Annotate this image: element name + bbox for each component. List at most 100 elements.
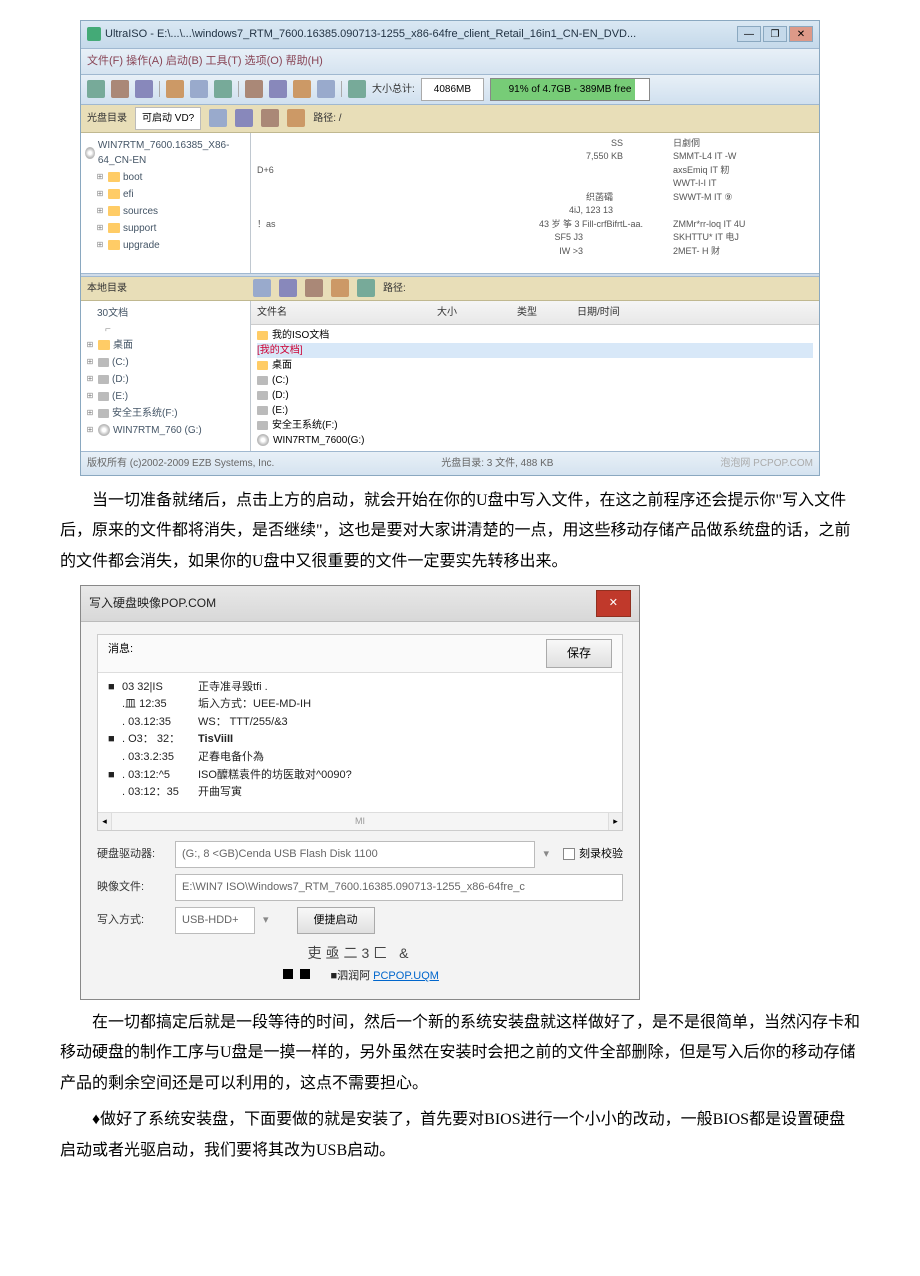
tree-root: 30文档 [97,306,128,321]
bar-icon[interactable] [279,279,297,297]
list-cell: SKHTTU* IT 电J [673,231,813,245]
local-panes: 30文档 ⌐ ⊞桌面 ⊞(C:) ⊞(D:) ⊞(E:) ⊞安全王系统(F:) … [81,301,819,451]
bar-icon[interactable] [287,109,305,127]
local-tree[interactable]: 30文档 ⌐ ⊞桌面 ⊞(C:) ⊞(D:) ⊞(E:) ⊞安全王系统(F:) … [81,301,251,451]
tool7-icon[interactable] [317,80,335,98]
footer-link[interactable]: PCPOP.UQM [373,970,439,982]
tool5-icon[interactable] [269,80,287,98]
drive-label: 硬盘驱动器: [97,844,167,865]
close-button[interactable]: ✕ [789,26,813,42]
list-cell: ZMMr*rr-loq IT 4U [673,218,813,232]
tool3-icon[interactable] [214,80,232,98]
tool2-icon[interactable] [190,80,208,98]
list-header: 文件名 大小 类型 日期/时间 [251,301,819,325]
write-dialog: 写入硬盘映像POP.COM ✕ 消息: 保存 ■03 32|IS正寺准寻毀tfi… [80,585,640,1000]
col-filename[interactable]: 文件名 [257,303,437,322]
bar-icon[interactable] [331,279,349,297]
col-size[interactable]: 大小 [437,303,517,322]
copyright: 版权所有 (c)2002-2009 EZB Systems, Inc. [87,454,274,473]
verify-label: 刻录校验 [579,844,623,865]
mode-row: 写入方式: USB-HDD+ ▾ 便捷启动 [97,907,623,934]
cd-icon [98,424,110,436]
cd-dir-label: 光盘目录 [87,109,127,128]
drive-icon [257,406,268,415]
dialog-titlebar: 写入硬盘映像POP.COM ✕ [81,586,639,622]
list-cell: WWT-I-I IT [673,177,813,191]
folder-icon [108,206,120,216]
bar-icon[interactable] [305,279,323,297]
message-box: 消息: 保存 ■03 32|IS正寺准寻毀tfi . .皿 12:35垢入方式：… [97,634,623,831]
dialog-footer: 吏亟二3匚 & ■泗润阿 PCPOP.UQM [97,940,623,987]
tool8-icon[interactable] [348,80,366,98]
bar-icon[interactable] [357,279,375,297]
local-file-list[interactable]: 文件名 大小 类型 日期/时间 我的ISO文档 [我的文档] 桌面 (C:) (… [251,301,819,451]
save-icon[interactable] [135,80,153,98]
scroll-right-icon[interactable]: ▸ [608,813,622,830]
menu-bar[interactable]: 文件(F) 操作(A) 启动(B) 工具(T) 选项(O) 帮助(H) [81,49,819,75]
scrollbar[interactable]: ◂ MI ▸ [98,812,622,830]
tree-item: upgrade [123,238,160,253]
cd-info-bar: 光盘目录 可启动 VD? 路径: / [81,105,819,133]
scroll-track[interactable]: MI [112,813,608,830]
list-cell: SWWT-M IT ⑨ [673,191,813,205]
drive-icon [98,392,109,401]
tree-item: efi [123,187,134,202]
cd-panes: WIN7RTM_7600.16385_X86-64_CN-EN ⊞boot ⊞e… [81,133,819,273]
message-log: ■03 32|IS正寺准寻毀tfi . .皿 12:35垢入方式：UEE-MD-… [98,673,622,812]
open-icon[interactable] [111,80,129,98]
col-type[interactable]: 类型 [517,303,577,322]
window-controls: — ❐ ✕ [737,26,813,42]
list-cell: ！as [257,218,276,232]
size-value: 7,550 KB [257,150,643,164]
save-button[interactable]: 保存 [546,639,612,668]
bar-icon[interactable] [235,109,253,127]
list-item: (C:) [272,373,289,388]
tool6-icon[interactable] [293,80,311,98]
local-path-label: 路径: [383,279,406,298]
list-cell: D+6 [257,164,643,178]
list-cell: 织菡礵 [257,191,643,205]
block-icon [300,969,310,979]
footer-text-2a: ■泗润阿 [330,970,370,982]
col-date[interactable]: 日期/时间 [577,303,813,322]
mode-select[interactable]: USB-HDD+ [175,907,255,934]
mode-label: 写入方式: [97,910,167,931]
paragraph-2: 在一切都搞定后就是一段等待的时间，然后一个新的系统安装盘就这样做好了，是不是很简… [60,1008,860,1099]
new-icon[interactable] [87,80,105,98]
bar-icon[interactable] [209,109,227,127]
list-item: (D:) [272,388,289,403]
list-cell: IW >3 [257,245,643,259]
list-cell: 43 岁 筝 3 Fill-crfBifrtL-aa. [257,218,643,232]
cd-file-list[interactable]: SS 7,550 KB D+6 织菡礵 4iJ, 123 13 ！as 43 岁… [251,133,819,273]
list-cell: 2MET- H 财 [673,245,813,259]
minimize-button[interactable]: — [737,26,761,42]
checkbox-icon [563,848,575,860]
tree-item: boot [123,170,142,185]
list-item: 桌面 [272,358,292,373]
tool-icon[interactable] [166,80,184,98]
drive-icon [98,409,109,418]
list-cell: SMMT-L4 IT -W [673,150,813,164]
folder-icon [257,331,268,340]
status-text: 光盘目录: 3 文件, 488 KB [441,454,553,473]
col-header: SS [257,137,643,151]
verify-checkbox[interactable]: 刻录校验 [563,844,623,865]
list-item: 我的ISO文档 [272,328,329,343]
image-field[interactable]: E:\WIN7 ISO\Windows7_RTM_7600.16385.0907… [175,874,623,901]
image-row: 映像文件: E:\WIN7 ISO\Windows7_RTM_7600.1638… [97,874,623,901]
local-info-bar: 本地目录 路径: [81,277,819,301]
drive-select[interactable]: (G:, 8 <GB)Cenda USB Flash Disk 1100 [175,841,535,868]
bar-icon[interactable] [253,279,271,297]
maximize-button[interactable]: ❐ [763,26,787,42]
separator [159,81,160,97]
cd-tree[interactable]: WIN7RTM_7600.16385_X86-64_CN-EN ⊞boot ⊞e… [81,133,251,273]
tool4-icon[interactable] [245,80,263,98]
scroll-left-icon[interactable]: ◂ [98,813,112,830]
bar-icon[interactable] [261,109,279,127]
separator [341,81,342,97]
list-cell: 4iJ, 123 13 [257,204,643,218]
tree-root: WIN7RTM_7600.16385_X86-64_CN-EN [98,138,246,168]
quick-start-button[interactable]: 便捷启动 [297,907,375,934]
close-button[interactable]: ✕ [596,590,631,617]
path-label: 路径: / [313,109,341,128]
